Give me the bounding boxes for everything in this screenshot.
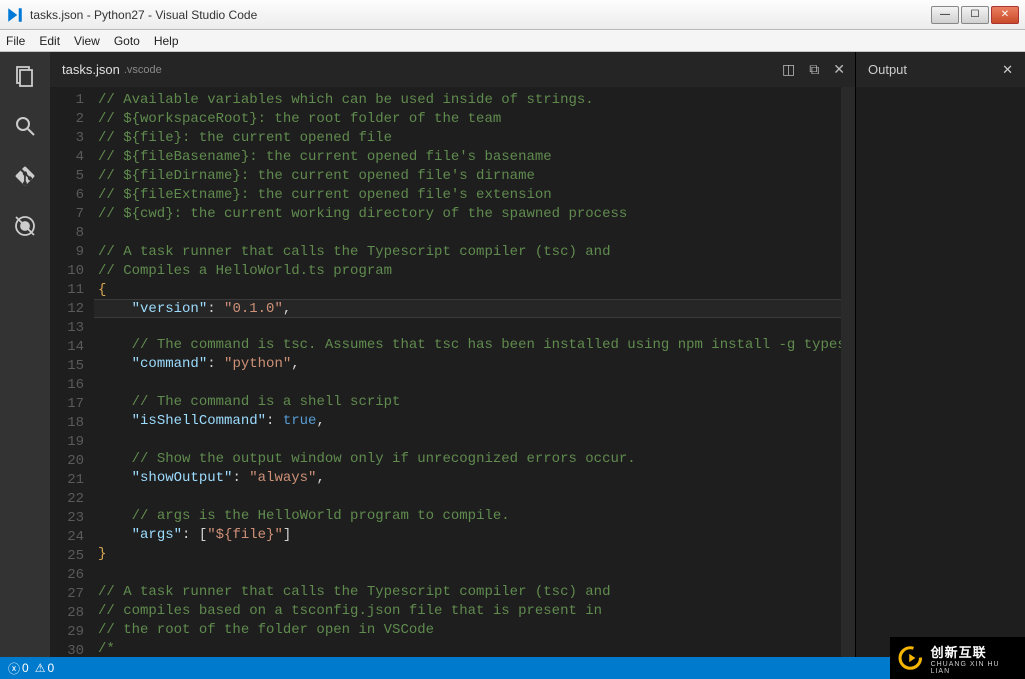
output-panel: Output ✕ xyxy=(855,52,1025,657)
menu-bar: File Edit View Goto Help xyxy=(0,30,1025,52)
status-errors[interactable]: ⓧ 0 xyxy=(8,660,29,677)
editor-area: tasks.json .vscode ◫ ⧉ ✕ 123456789101112… xyxy=(50,52,855,657)
code-line[interactable]: // ${workspaceRoot}: the root folder of … xyxy=(94,110,855,129)
tab-folder: .vscode xyxy=(124,64,162,76)
menu-help[interactable]: Help xyxy=(154,34,179,48)
window-close-button[interactable]: ✕ xyxy=(991,6,1019,24)
code-line[interactable]: // args is the HelloWorld program to com… xyxy=(94,507,855,526)
window-controls: — ☐ ✕ xyxy=(931,6,1019,24)
code-line[interactable]: // the root of the folder open in VSCode xyxy=(94,621,855,640)
more-actions-icon[interactable]: ⧉ xyxy=(809,61,819,78)
code-line[interactable]: "showOutput": "always", xyxy=(94,469,855,488)
code-line[interactable]: // Show the output window only if unreco… xyxy=(94,450,855,469)
code-line[interactable]: "isShellCommand": true, xyxy=(94,412,855,431)
code-editor[interactable]: 1234567891011121314151617181920212223242… xyxy=(50,87,855,657)
code-line[interactable]: // Available variables which can be used… xyxy=(94,91,855,110)
code-line[interactable]: } xyxy=(94,545,855,564)
code-line[interactable] xyxy=(94,317,855,336)
code-line[interactable]: { xyxy=(94,281,855,300)
menu-view[interactable]: View xyxy=(74,34,100,48)
line-number-gutter: 1234567891011121314151617181920212223242… xyxy=(50,87,94,657)
menu-file[interactable]: File xyxy=(6,34,25,48)
status-bar: ⓧ 0 ⚠ 0 Ln 12, Col 24 UT xyxy=(0,657,1025,679)
window-title: tasks.json - Python27 - Visual Studio Co… xyxy=(30,8,931,22)
split-editor-icon[interactable]: ◫ xyxy=(782,61,795,78)
code-line[interactable]: /* xyxy=(94,640,855,657)
code-line[interactable]: // A task runner that calls the Typescri… xyxy=(94,243,855,262)
code-line[interactable]: "args": ["${file}"] xyxy=(94,526,855,545)
code-content[interactable]: // Available variables which can be used… xyxy=(94,87,855,657)
code-line[interactable]: // ${fileBasename}: the current opened f… xyxy=(94,148,855,167)
search-icon[interactable] xyxy=(11,112,39,140)
editor-scrollbar[interactable] xyxy=(841,87,855,657)
debug-icon[interactable] xyxy=(11,212,39,240)
code-line[interactable]: // ${file}: the current opened file xyxy=(94,129,855,148)
code-line[interactable]: // Compiles a HelloWorld.ts program xyxy=(94,262,855,281)
code-line[interactable] xyxy=(94,374,855,393)
window-titlebar: tasks.json - Python27 - Visual Studio Co… xyxy=(0,0,1025,30)
window-maximize-button[interactable]: ☐ xyxy=(961,6,989,24)
tab-bar: tasks.json .vscode ◫ ⧉ ✕ xyxy=(50,52,855,87)
watermark-text-1: 创新互联 xyxy=(931,642,1017,661)
git-icon[interactable] xyxy=(11,162,39,190)
code-line[interactable]: // compiles based on a tsconfig.json fil… xyxy=(94,602,855,621)
tab-filename[interactable]: tasks.json xyxy=(62,62,120,77)
code-line[interactable] xyxy=(94,224,855,243)
code-line[interactable]: // ${fileDirname}: the current opened fi… xyxy=(94,167,855,186)
workbench: tasks.json .vscode ◫ ⧉ ✕ 123456789101112… xyxy=(0,52,1025,657)
code-line[interactable]: "command": "python", xyxy=(94,355,855,374)
menu-edit[interactable]: Edit xyxy=(39,34,60,48)
code-line[interactable]: // ${fileExtname}: the current opened fi… xyxy=(94,186,855,205)
menu-goto[interactable]: Goto xyxy=(114,34,140,48)
vscode-app-icon xyxy=(6,6,24,24)
output-title: Output xyxy=(868,62,907,77)
status-warnings[interactable]: ⚠ 0 xyxy=(35,661,54,675)
activity-bar xyxy=(0,52,50,657)
output-header: Output ✕ xyxy=(856,52,1025,87)
close-tab-icon[interactable]: ✕ xyxy=(833,61,845,78)
watermark-text-2: CHUANG XIN HU LIAN xyxy=(931,661,1017,675)
code-line[interactable]: // A task runner that calls the Typescri… xyxy=(94,583,855,602)
explorer-icon[interactable] xyxy=(11,62,39,90)
tab-actions: ◫ ⧉ ✕ xyxy=(782,61,845,78)
code-line[interactable] xyxy=(94,488,855,507)
window-minimize-button[interactable]: — xyxy=(931,6,959,24)
code-line[interactable]: // The command is tsc. Assumes that tsc … xyxy=(94,336,855,355)
watermark-badge: 创新互联 CHUANG XIN HU LIAN xyxy=(890,637,1025,679)
code-line[interactable]: "version": "0.1.0", xyxy=(94,299,855,318)
code-line[interactable] xyxy=(94,431,855,450)
code-line[interactable] xyxy=(94,564,855,583)
code-line[interactable]: // The command is a shell script xyxy=(94,393,855,412)
watermark-logo-icon xyxy=(898,645,923,671)
output-close-icon[interactable]: ✕ xyxy=(1002,62,1013,78)
code-line[interactable]: // ${cwd}: the current working directory… xyxy=(94,205,855,224)
